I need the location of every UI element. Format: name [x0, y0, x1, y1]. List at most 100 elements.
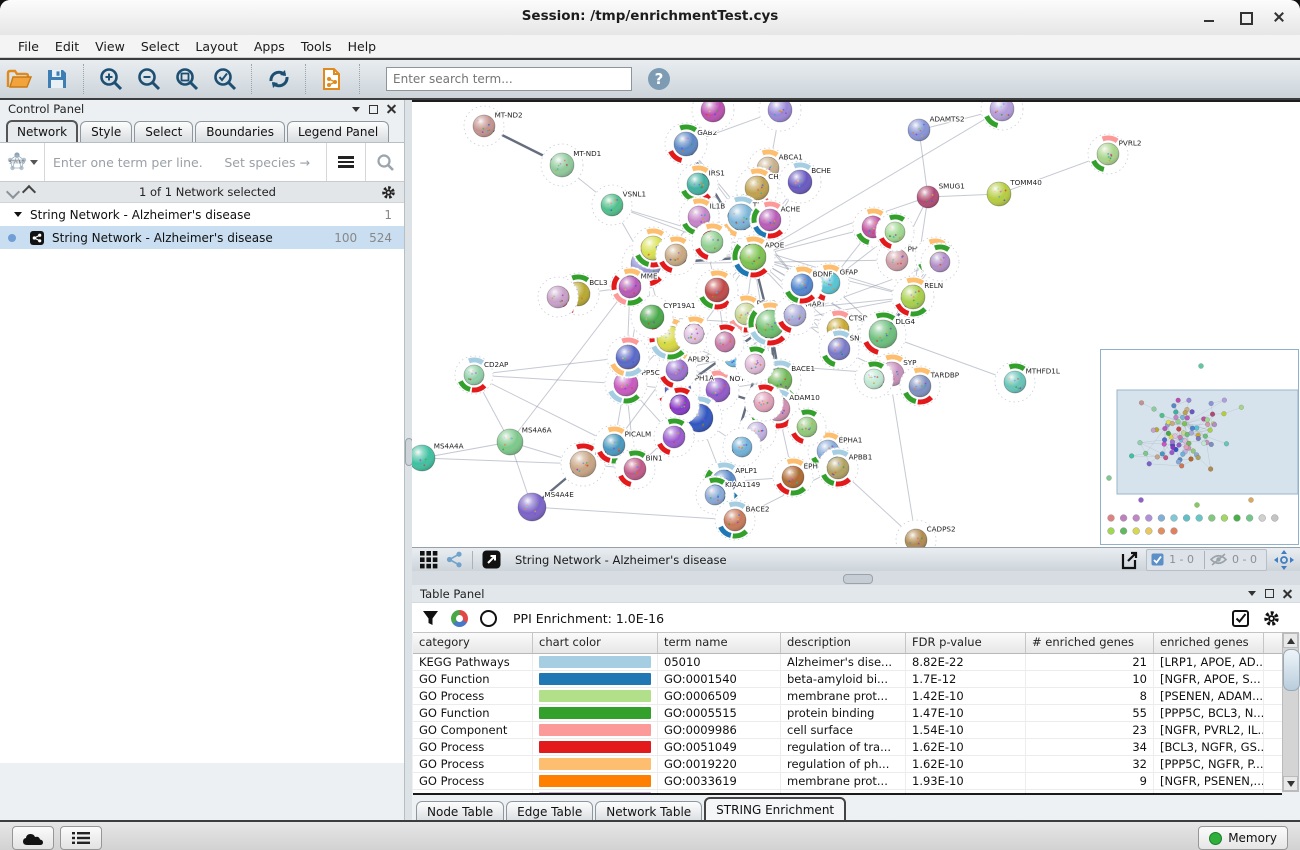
open-file-button[interactable] [2, 64, 36, 94]
apply-layout-button[interactable] [262, 64, 296, 94]
tab-boundaries[interactable]: Boundaries [195, 121, 285, 142]
network-node[interactable]: TOMM40 [987, 178, 1042, 206]
network-node[interactable]: MTHFD1L [995, 362, 1060, 402]
network-node[interactable] [692, 222, 732, 262]
close-button[interactable] [1272, 10, 1286, 24]
network-node[interactable] [656, 235, 696, 275]
network-node[interactable] [759, 102, 801, 131]
table-row[interactable]: KEGG Pathways05010Alzheimer's dise...8.8… [413, 654, 1282, 671]
birds-eye-view[interactable] [1100, 349, 1299, 545]
table-row[interactable]: GO FunctionGO:0001540beta-amyloid bi...1… [413, 671, 1282, 688]
zoom-out-button[interactable] [132, 64, 166, 94]
network-node[interactable] [921, 243, 959, 281]
filter-icon[interactable] [422, 610, 439, 627]
column-header[interactable]: enriched genes [1154, 633, 1264, 653]
network-node[interactable] [538, 277, 578, 317]
network-node[interactable] [876, 213, 914, 251]
network-node[interactable] [706, 323, 744, 361]
string-logo-dropdown[interactable]: STRING [0, 143, 45, 181]
task-history-button[interactable] [60, 826, 102, 850]
tab-legend-panel[interactable]: Legend Panel [287, 121, 389, 142]
grid-view-button[interactable] [420, 551, 438, 569]
zoom-selected-button[interactable] [208, 64, 242, 94]
float-menu-icon[interactable] [1248, 591, 1256, 596]
save-session-button[interactable] [40, 64, 74, 94]
network-view[interactable]: MT-ND2MT-ND1VSNL1GAB2ADAMTS2PVRL2TOMM40S… [412, 100, 1300, 547]
scrollbar-thumb[interactable] [1283, 649, 1300, 691]
menu-select[interactable]: Select [133, 37, 188, 56]
network-node[interactable] [981, 102, 1023, 130]
species-hint[interactable]: Set species → [224, 155, 318, 170]
zoom-in-button[interactable] [94, 64, 128, 94]
cloud-button[interactable] [12, 826, 54, 850]
search-input[interactable] [386, 67, 632, 91]
menu-edit[interactable]: Edit [47, 37, 87, 56]
column-header[interactable]: category [413, 633, 533, 653]
string-search-button[interactable] [365, 143, 404, 181]
float-window-icon[interactable] [1265, 589, 1274, 598]
close-panel-icon[interactable] [1283, 589, 1292, 598]
network-node[interactable] [607, 336, 649, 378]
menu-apps[interactable]: Apps [246, 37, 293, 56]
tree-expand-icon[interactable] [14, 212, 22, 217]
column-header[interactable]: term name [658, 633, 781, 653]
network-row-selected[interactable]: String Network - Alzheimer's disease 100… [0, 226, 404, 249]
network-node[interactable]: MS4A4A [412, 442, 464, 472]
network-node[interactable]: PVRL2 [1088, 134, 1141, 174]
app-launch-button[interactable] [482, 550, 501, 569]
network-node[interactable]: SMUG1 [917, 182, 965, 209]
network-node[interactable]: BACE2 [715, 500, 769, 540]
column-header[interactable]: FDR p-value [906, 633, 1026, 653]
hidden-eye-icon[interactable] [1210, 553, 1227, 566]
vertical-splitter[interactable] [405, 100, 412, 820]
network-node[interactable]: BIN1 [615, 449, 663, 489]
network-collection-row[interactable]: String Network - Alzheimer's disease 1 [0, 203, 404, 226]
scroll-down-button[interactable] [1283, 776, 1298, 791]
navigator-button[interactable] [1274, 550, 1294, 570]
import-network-button[interactable] [316, 64, 350, 94]
zoom-fit-button[interactable] [170, 64, 204, 94]
string-options-button[interactable] [326, 143, 365, 181]
network-node[interactable]: APBB1 [818, 448, 872, 488]
network-node[interactable]: BCHE [779, 161, 831, 203]
network-node[interactable] [745, 383, 783, 421]
network-node[interactable]: ADAMTS2 [908, 115, 965, 142]
network-node[interactable]: RELN [892, 276, 943, 318]
network-node[interactable] [723, 428, 761, 466]
help-button[interactable]: ? [642, 64, 676, 94]
network-node[interactable]: DLG4 [860, 311, 916, 357]
table-row[interactable]: GO ProcessGO:0006509membrane prot...1.42… [413, 688, 1282, 705]
gear-icon[interactable] [1263, 610, 1280, 627]
table-row[interactable]: GO ProcessGO:0019220regulation of ph...1… [413, 756, 1282, 773]
tab-style[interactable]: Style [80, 121, 132, 142]
menu-help[interactable]: Help [340, 37, 385, 56]
network-node[interactable] [788, 408, 826, 446]
menu-layout[interactable]: Layout [187, 37, 246, 56]
network-node[interactable]: ACHE [750, 200, 801, 240]
table-row[interactable]: GO ProcessGO:0033619membrane prot...1.93… [413, 773, 1282, 790]
column-header[interactable]: chart color [533, 633, 658, 653]
collapse-all-icon[interactable] [6, 185, 20, 199]
table-scrollbar[interactable] [1282, 632, 1299, 792]
menu-view[interactable]: View [87, 37, 133, 56]
tab-select[interactable]: Select [134, 121, 193, 142]
float-window-icon[interactable] [369, 105, 378, 114]
table-row[interactable]: GO ComponentGO:0009986cell surface1.54E-… [413, 722, 1282, 739]
remove-chart-button[interactable] [480, 610, 497, 627]
table-row[interactable]: GO ProcessGO:0051049regulation of tra...… [413, 739, 1282, 756]
selected-checkbox-icon[interactable] [1151, 553, 1164, 566]
network-node[interactable]: MT-ND1 [541, 144, 601, 186]
minimize-button[interactable] [1202, 10, 1216, 24]
export-view-button[interactable] [1119, 550, 1139, 570]
network-node[interactable]: MS4A6A [497, 426, 552, 456]
horizontal-splitter[interactable] [412, 571, 1300, 585]
network-node[interactable]: MS4A4E [518, 490, 574, 521]
menu-tools[interactable]: Tools [293, 37, 340, 56]
table-row[interactable]: GO ProcessGO:0050435beta-amyloid m...2.0… [413, 790, 1282, 795]
select-columns-icon[interactable] [1232, 610, 1249, 627]
network-node[interactable] [855, 360, 893, 398]
network-node[interactable]: VSNL1 [592, 185, 646, 225]
share-view-button[interactable] [446, 551, 463, 568]
close-panel-icon[interactable] [387, 105, 396, 114]
float-menu-icon[interactable] [352, 107, 360, 112]
